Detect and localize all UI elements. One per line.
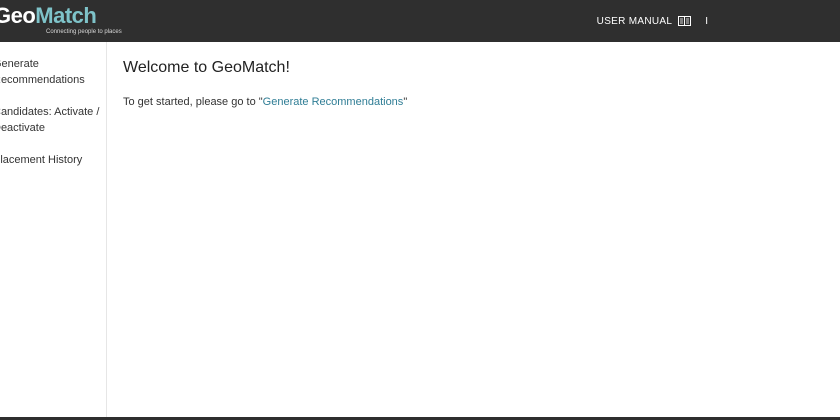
logo-tagline: Connecting people to places xyxy=(46,29,122,35)
user-manual-label: USER MANUAL xyxy=(596,15,673,27)
sidebar-item-placement-history[interactable]: Placement History xyxy=(0,152,103,168)
sidebar-item-candidates[interactable]: Candidates: Activate / Deactivate xyxy=(0,104,103,136)
intro-prefix: To get started, please go to " xyxy=(123,96,263,108)
intro-suffix: " xyxy=(403,96,408,108)
header-actions: USER MANUAL I xyxy=(597,0,840,42)
top-bar: GeoMatch Connecting people to places USE… xyxy=(0,0,840,42)
book-icon xyxy=(678,16,692,26)
logo-geo-text: Geo xyxy=(0,3,36,28)
header-separator: I xyxy=(705,15,708,27)
generate-recommendations-link[interactable]: Generate Recommendations xyxy=(263,96,404,108)
sidebar: Generate Recommendations Candidates: Act… xyxy=(0,42,107,418)
logo-wordmark: GeoMatch xyxy=(0,3,97,29)
sidebar-item-generate-recommendations[interactable]: Generate Recommendations xyxy=(0,56,103,88)
user-manual-link[interactable]: USER MANUAL xyxy=(597,16,692,27)
main-content: Welcome to GeoMatch! To get started, ple… xyxy=(123,56,823,110)
page-title: Welcome to GeoMatch! xyxy=(123,59,290,76)
geomatch-logo[interactable]: GeoMatch Connecting people to places xyxy=(0,3,122,39)
logo-match-text: Match xyxy=(35,3,97,28)
intro-text: To get started, please go to "Generate R… xyxy=(123,94,823,110)
